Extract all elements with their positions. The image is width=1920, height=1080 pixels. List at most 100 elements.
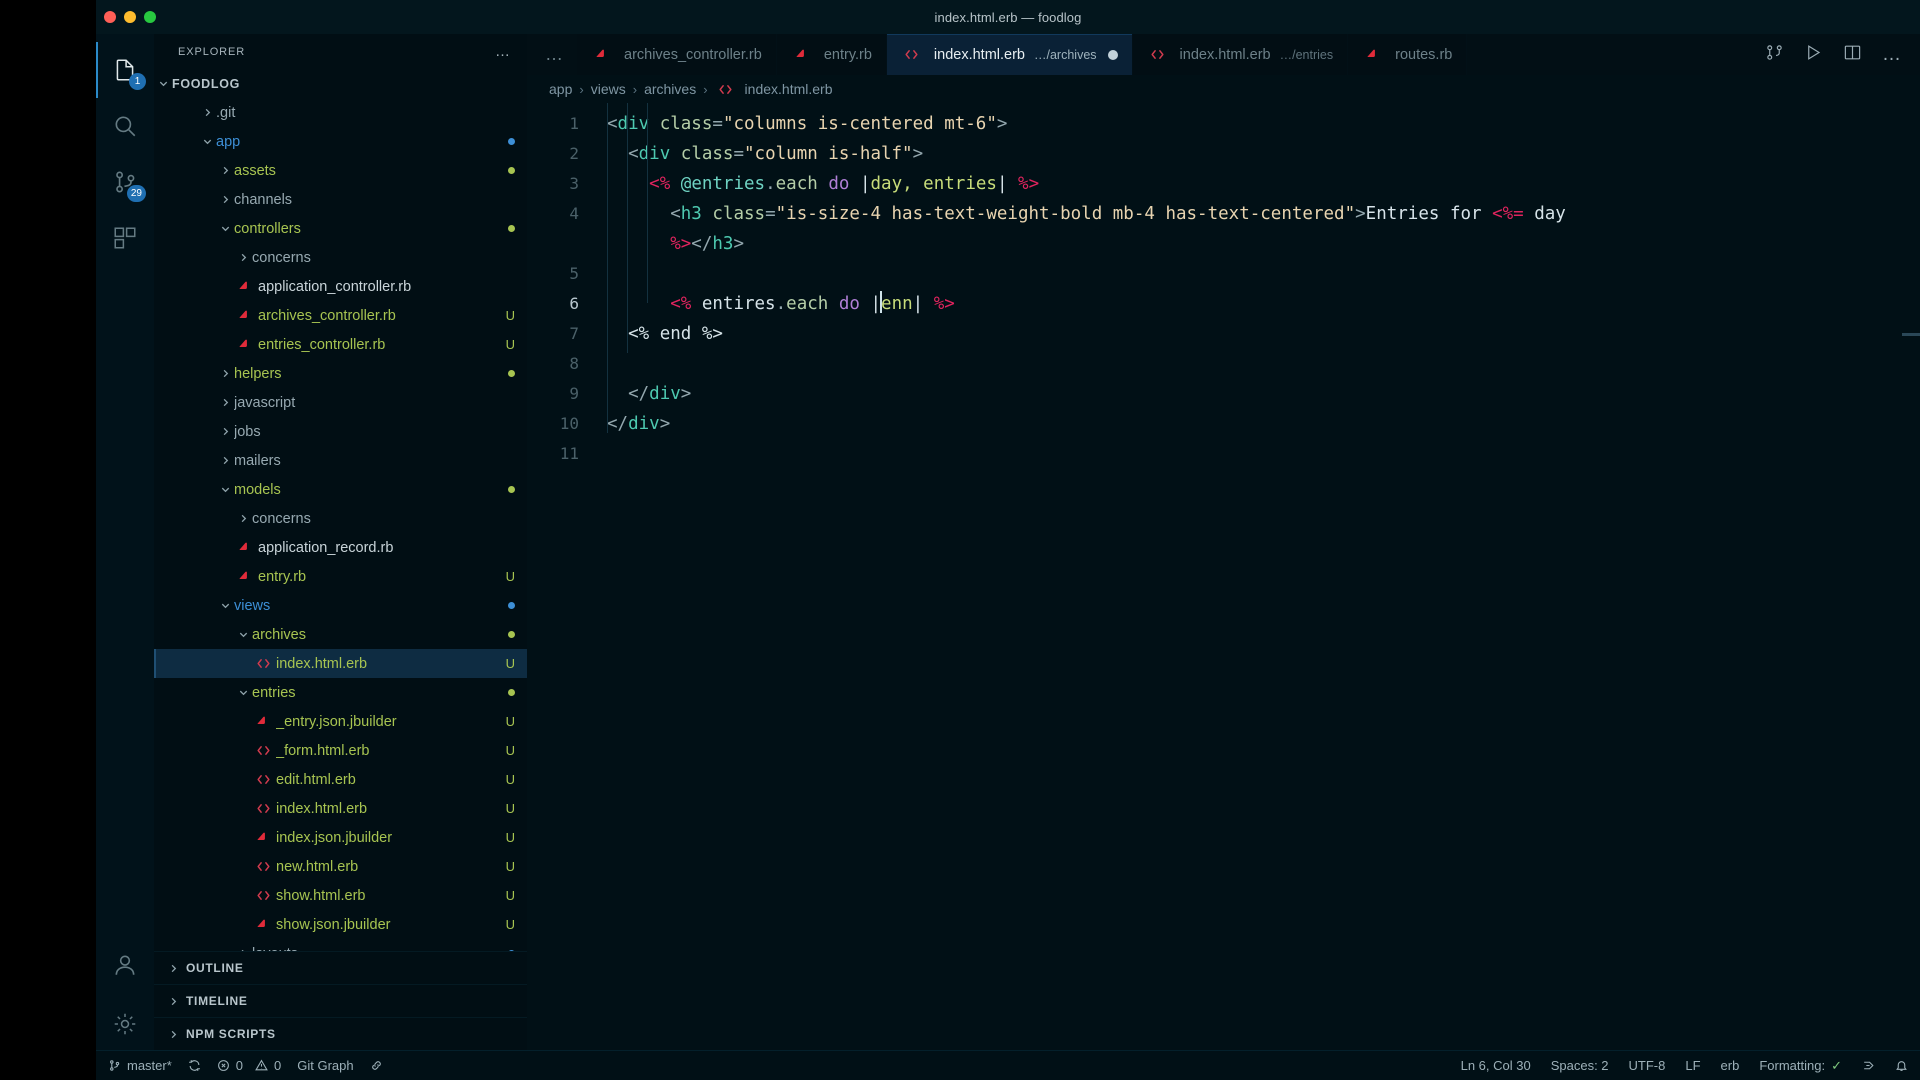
tree-file-show-html-erb[interactable]: show.html.erb U xyxy=(154,881,527,910)
tab-dirty-indicator[interactable] xyxy=(1107,49,1118,60)
code-line[interactable]: 3 <% @entries.each do |day, entries| %> xyxy=(527,169,1920,199)
code-line[interactable]: 5 xyxy=(527,259,1920,289)
editor-tab-entry-rb[interactable]: entry.rb xyxy=(776,34,887,75)
tree-file-index-html-erb[interactable]: index.html.erb U xyxy=(154,649,527,678)
tree-folder-entries[interactable]: entries xyxy=(154,678,527,707)
activity-item-explorer[interactable]: 1 xyxy=(96,42,154,98)
tree-folder--git[interactable]: .git xyxy=(154,98,527,127)
breadcrumb-item-app[interactable]: app xyxy=(549,81,572,97)
tree-folder-app[interactable]: app xyxy=(154,127,527,156)
activity-item-manage[interactable] xyxy=(96,998,154,1050)
status-language-mode[interactable]: erb xyxy=(1721,1058,1740,1073)
tree-file-application-controller-rb[interactable]: application_controller.rb xyxy=(154,272,527,301)
chevron-down-icon xyxy=(234,687,252,698)
status-branch[interactable]: master* xyxy=(108,1058,172,1073)
close-window-button[interactable] xyxy=(104,11,116,23)
tree-folder-javascript[interactable]: javascript xyxy=(154,388,527,417)
tree-folder-jobs[interactable]: jobs xyxy=(154,417,527,446)
tree-folder-concerns[interactable]: concerns xyxy=(154,504,527,533)
status-formatting[interactable]: Formatting: ✓ xyxy=(1759,1058,1842,1074)
breadcrumb-item-archives[interactable]: archives xyxy=(644,81,696,97)
section-outline[interactable]: OUTLINE xyxy=(154,951,527,984)
tree-file-new-html-erb[interactable]: new.html.erb U xyxy=(154,852,527,881)
code-line[interactable]: 2 <div class="column is-half"> xyxy=(527,139,1920,169)
status-live-share[interactable] xyxy=(370,1059,383,1072)
status-notifications[interactable] xyxy=(1895,1059,1908,1072)
erb-file-icon xyxy=(252,859,274,874)
tree-item-label: views xyxy=(234,597,271,614)
tree-file-index-html-erb[interactable]: index.html.erb U xyxy=(154,794,527,823)
tree-file--entry-json-jbuilder[interactable]: _entry.json.jbuilder U xyxy=(154,707,527,736)
tree-root-foodlog[interactable]: FOODLOG xyxy=(154,69,527,98)
tabs-overflow-indicator[interactable]: … xyxy=(527,34,577,75)
activity-item-source-control[interactable]: 29 xyxy=(96,154,154,210)
tree-folder-assets[interactable]: assets xyxy=(154,156,527,185)
tree-folder-models[interactable]: models xyxy=(154,475,527,504)
git-status-badge: U xyxy=(505,917,515,932)
code-line-text: </div> xyxy=(607,379,1920,409)
minimap-scrollbar[interactable] xyxy=(1902,333,1920,336)
status-problems[interactable]: 0 0 xyxy=(217,1058,281,1073)
file-tree[interactable]: FOODLOG .git app assets channels controllers… xyxy=(154,69,527,951)
section-npm-scripts[interactable]: NPM SCRIPTS xyxy=(154,1017,527,1050)
minimize-window-button[interactable] xyxy=(124,11,136,23)
status-encoding[interactable]: UTF-8 xyxy=(1629,1058,1666,1073)
breadcrumb[interactable]: app › views › archives › index.html.erb xyxy=(527,75,1920,103)
tree-item-label: jobs xyxy=(234,423,261,440)
status-remote[interactable] xyxy=(1862,1059,1875,1072)
activity-item-search[interactable] xyxy=(96,98,154,154)
code-line[interactable]: 1 <div class="columns is-centered mt-6"> xyxy=(527,109,1920,139)
tree-file-show-json-jbuilder[interactable]: show.json.jbuilder U xyxy=(154,910,527,939)
status-cursor-position[interactable]: Ln 6, Col 30 xyxy=(1461,1058,1531,1073)
status-indentation[interactable]: Spaces: 2 xyxy=(1551,1058,1609,1073)
run-play-icon[interactable] xyxy=(1804,43,1823,67)
activity-item-extensions[interactable] xyxy=(96,210,154,266)
split-compare-icon[interactable] xyxy=(1765,43,1784,67)
code-line[interactable]: 7 <% end %> xyxy=(527,319,1920,349)
tree-folder-channels[interactable]: channels xyxy=(154,185,527,214)
editor-tabs[interactable]: … archives_controller.rb entry.rb index.htm… xyxy=(527,34,1747,75)
tree-folder-helpers[interactable]: helpers xyxy=(154,359,527,388)
code-line[interactable]: 11 xyxy=(527,439,1920,469)
editor-tab-index-html-erb-entries[interactable]: index.html.erb …/entries xyxy=(1132,34,1349,75)
split-editor-icon[interactable] xyxy=(1843,43,1862,67)
code-content[interactable]: 1 <div class="columns is-centered mt-6"> 2… xyxy=(527,103,1920,1050)
code-line[interactable]: 8 xyxy=(527,349,1920,379)
explorer-more-actions-icon[interactable]: … xyxy=(495,43,511,60)
code-token: <% xyxy=(670,294,692,314)
tree-file--form-html-erb[interactable]: _form.html.erb U xyxy=(154,736,527,765)
account-icon xyxy=(112,952,138,978)
tree-folder-concerns[interactable]: concerns xyxy=(154,243,527,272)
tree-folder-views[interactable]: views xyxy=(154,591,527,620)
editor-tab-archives-controller-rb[interactable]: archives_controller.rb xyxy=(577,34,777,75)
editor-tab-index-html-erb-archives[interactable]: index.html.erb …/archives xyxy=(886,34,1133,75)
breadcrumb-item-views[interactable]: views xyxy=(591,81,626,97)
maximize-window-button[interactable] xyxy=(144,11,156,23)
breadcrumb-item-index-html-erb[interactable]: index.html.erb xyxy=(715,81,832,97)
section-timeline[interactable]: TIMELINE xyxy=(154,984,527,1017)
code-editor[interactable]: 1 <div class="columns is-centered mt-6"> 2… xyxy=(527,103,1920,1050)
window-controls[interactable] xyxy=(104,11,156,23)
tree-file-index-json-jbuilder[interactable]: index.json.jbuilder U xyxy=(154,823,527,852)
status-eol[interactable]: LF xyxy=(1685,1058,1700,1073)
tree-folder-controllers[interactable]: controllers xyxy=(154,214,527,243)
tree-folder-layouts[interactable]: layouts xyxy=(154,939,527,951)
tree-file-application-record-rb[interactable]: application_record.rb xyxy=(154,533,527,562)
code-line[interactable]: 10 </div> xyxy=(527,409,1920,439)
code-line[interactable]: 9 </div> xyxy=(527,379,1920,409)
more-actions-icon[interactable]: … xyxy=(1882,44,1902,66)
tree-file-entries-controller-rb[interactable]: entries_controller.rb U xyxy=(154,330,527,359)
tree-folder-mailers[interactable]: mailers xyxy=(154,446,527,475)
tree-file-edit-html-erb[interactable]: edit.html.erb U xyxy=(154,765,527,794)
tree-item-label: show.html.erb xyxy=(276,887,366,904)
tree-file-entry-rb[interactable]: entry.rb U xyxy=(154,562,527,591)
tree-file-archives-controller-rb[interactable]: archives_controller.rb U xyxy=(154,301,527,330)
status-sync[interactable] xyxy=(188,1059,201,1072)
code-line[interactable]: 6 <% entires.each do |enn| %> xyxy=(527,289,1920,319)
activity-item-accounts[interactable] xyxy=(96,942,154,998)
editor-tab-routes-rb[interactable]: routes.rb xyxy=(1348,34,1468,75)
tree-folder-archives[interactable]: archives xyxy=(154,620,527,649)
status-git-graph[interactable]: Git Graph xyxy=(297,1058,353,1073)
code-line[interactable]: 4 <h3 class="is-size-4 has-text-weight-b… xyxy=(527,199,1920,259)
